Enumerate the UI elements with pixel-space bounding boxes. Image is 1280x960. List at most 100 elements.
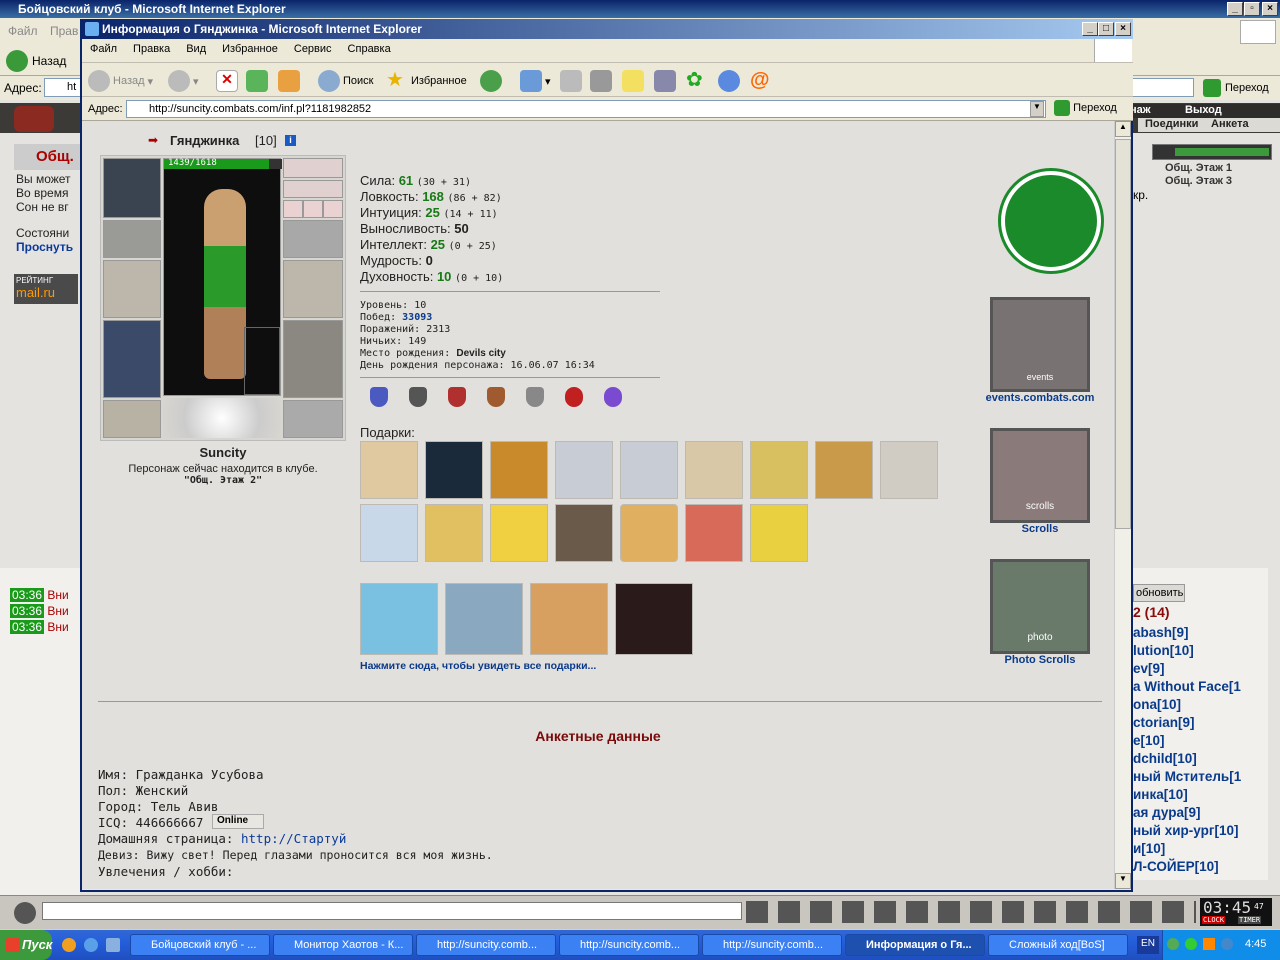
taskbar-clock[interactable]: 4:45 bbox=[1245, 938, 1266, 950]
task-button-active[interactable]: Информация о Гя... bbox=[845, 934, 985, 956]
weapon-right-slot[interactable] bbox=[283, 260, 343, 318]
gift-book-dark[interactable] bbox=[425, 441, 483, 499]
bg-go-icon[interactable] bbox=[1203, 79, 1221, 97]
gloves-slot[interactable] bbox=[283, 220, 343, 258]
gift-mask[interactable] bbox=[555, 504, 613, 562]
popup-minimize-button[interactable]: _ bbox=[1082, 22, 1098, 36]
gift-horn[interactable] bbox=[685, 441, 743, 499]
history-button[interactable] bbox=[480, 69, 502, 93]
events-banner[interactable]: events bbox=[990, 297, 1090, 392]
ring-slot[interactable] bbox=[303, 200, 323, 218]
photo-scrolls-link[interactable]: Photo Scrolls bbox=[980, 654, 1100, 666]
messenger-button[interactable] bbox=[718, 69, 740, 93]
online-user[interactable]: ая дура[9] bbox=[1133, 805, 1200, 820]
gift-medal-green[interactable] bbox=[750, 441, 808, 499]
mailru-agent-button[interactable]: @ bbox=[750, 69, 772, 93]
edit-button[interactable] bbox=[590, 69, 612, 93]
menu-help[interactable]: Справка bbox=[340, 39, 399, 55]
events-link[interactable]: events.combats.com bbox=[980, 392, 1100, 404]
belt-slot[interactable] bbox=[103, 400, 161, 438]
network-tray-icon[interactable] bbox=[1221, 938, 1233, 950]
weapon-left-slot[interactable] bbox=[103, 260, 161, 318]
gift-box-silver[interactable] bbox=[555, 441, 613, 499]
online-user[interactable]: ный Мститель[1 bbox=[1133, 769, 1241, 784]
chat-input[interactable] bbox=[42, 902, 742, 920]
back-button[interactable]: Назад ▾ bbox=[88, 69, 153, 93]
bracers-slot[interactable] bbox=[103, 220, 161, 258]
helmet-slot[interactable] bbox=[103, 158, 161, 218]
url-dropdown-button[interactable]: ▼ bbox=[1030, 101, 1044, 117]
online-user[interactable]: Л-СОЙЕР[10] bbox=[1133, 859, 1219, 874]
badge-icon[interactable] bbox=[409, 387, 427, 407]
bg-nav-fights[interactable]: Поединки bbox=[1145, 118, 1198, 130]
go-button[interactable]: Переход bbox=[1054, 100, 1132, 118]
pet-image[interactable] bbox=[244, 327, 280, 395]
bg-nav-item[interactable]: наж bbox=[1130, 104, 1151, 116]
photo-banner[interactable]: photo bbox=[990, 559, 1090, 654]
language-indicator[interactable]: EN bbox=[1137, 936, 1159, 954]
bg-close-button[interactable]: × bbox=[1262, 2, 1278, 16]
gift-presents[interactable] bbox=[530, 583, 608, 655]
bg-back-icon[interactable] bbox=[6, 50, 28, 72]
gift-box-silver[interactable] bbox=[620, 441, 678, 499]
badge-icon[interactable] bbox=[448, 387, 466, 407]
private-arrow-icon[interactable]: ➡ bbox=[148, 133, 164, 147]
gift-cow[interactable] bbox=[880, 441, 938, 499]
desktop-icon[interactable] bbox=[106, 938, 120, 952]
bg-menu-file[interactable]: Файл bbox=[8, 24, 38, 38]
goat-emblem-icon[interactable] bbox=[1001, 171, 1101, 271]
icq-status-badge[interactable]: Online bbox=[212, 814, 264, 829]
online-user[interactable]: abash[9] bbox=[1133, 625, 1189, 640]
gift-snow-maiden[interactable] bbox=[360, 504, 418, 562]
quicklaunch-icon[interactable] bbox=[62, 938, 76, 952]
armor-slot[interactable] bbox=[103, 320, 161, 398]
badge-icon[interactable] bbox=[487, 387, 505, 407]
online-user[interactable]: ный хир-ург[10] bbox=[1133, 823, 1239, 838]
online-user[interactable]: ev[9] bbox=[1133, 661, 1165, 676]
notes-button[interactable] bbox=[622, 69, 644, 93]
all-gifts-link[interactable]: Нажмите сюда, чтобы увидеть все подарки.… bbox=[360, 660, 596, 672]
gift-rat[interactable] bbox=[750, 504, 808, 562]
media-tray-icon[interactable] bbox=[1203, 938, 1215, 950]
gift-bell[interactable] bbox=[490, 504, 548, 562]
ring-slot[interactable] bbox=[283, 200, 303, 218]
icq-tray-icon[interactable] bbox=[1185, 938, 1197, 950]
online-user[interactable]: a Without Face[1 bbox=[1133, 679, 1241, 694]
menu-tools[interactable]: Сервис bbox=[286, 39, 340, 55]
task-button[interactable]: http://suncity.comb... bbox=[559, 934, 699, 956]
task-button[interactable]: http://suncity.comb... bbox=[416, 934, 556, 956]
tray-icon[interactable] bbox=[1167, 938, 1179, 950]
badge-icon[interactable] bbox=[604, 387, 622, 407]
menu-favorites[interactable]: Избранное bbox=[214, 39, 286, 55]
home-button[interactable] bbox=[278, 69, 300, 93]
bg-minimize-button[interactable]: _ bbox=[1227, 2, 1243, 16]
refresh-button[interactable] bbox=[246, 69, 268, 93]
ie-icon[interactable] bbox=[84, 938, 98, 952]
task-button[interactable]: Сложный ход[BoS] bbox=[988, 934, 1128, 956]
bg-rating-badge[interactable]: РЕЙТИНГ mail.ru bbox=[14, 274, 78, 304]
gift-coin-4[interactable] bbox=[620, 504, 678, 562]
badge-icon[interactable] bbox=[565, 387, 583, 407]
print-button[interactable] bbox=[560, 69, 582, 93]
menu-edit[interactable]: Правка bbox=[125, 39, 178, 55]
gift-card-2009[interactable] bbox=[445, 583, 523, 655]
gift-bells[interactable] bbox=[425, 504, 483, 562]
gift-ornament[interactable] bbox=[685, 504, 743, 562]
scroll-thumb[interactable] bbox=[1115, 139, 1131, 529]
chat-toolbar-icons[interactable] bbox=[746, 901, 1196, 923]
popup-close-button[interactable]: × bbox=[1115, 22, 1131, 36]
icq-button[interactable]: ✿ bbox=[686, 69, 708, 93]
gift-bag[interactable] bbox=[615, 583, 693, 655]
mail-button[interactable]: ▾ bbox=[520, 69, 551, 93]
online-user[interactable]: ona[10] bbox=[1133, 697, 1181, 712]
scrolls-banner[interactable]: scrolls bbox=[990, 428, 1090, 523]
amulet-slot[interactable] bbox=[283, 158, 343, 178]
bg-menu-edit[interactable]: Прав bbox=[50, 24, 78, 38]
menu-view[interactable]: Вид bbox=[178, 39, 214, 55]
forward-button[interactable]: ▾ bbox=[168, 69, 199, 93]
search-button[interactable]: Поиск bbox=[318, 69, 373, 93]
scroll-up-arrow-icon[interactable]: ▲ bbox=[1115, 121, 1131, 137]
gift-card-2009[interactable] bbox=[360, 583, 438, 655]
gift-medal-bronze[interactable] bbox=[815, 441, 873, 499]
bg-nav-profile[interactable]: Анкета bbox=[1211, 118, 1249, 130]
